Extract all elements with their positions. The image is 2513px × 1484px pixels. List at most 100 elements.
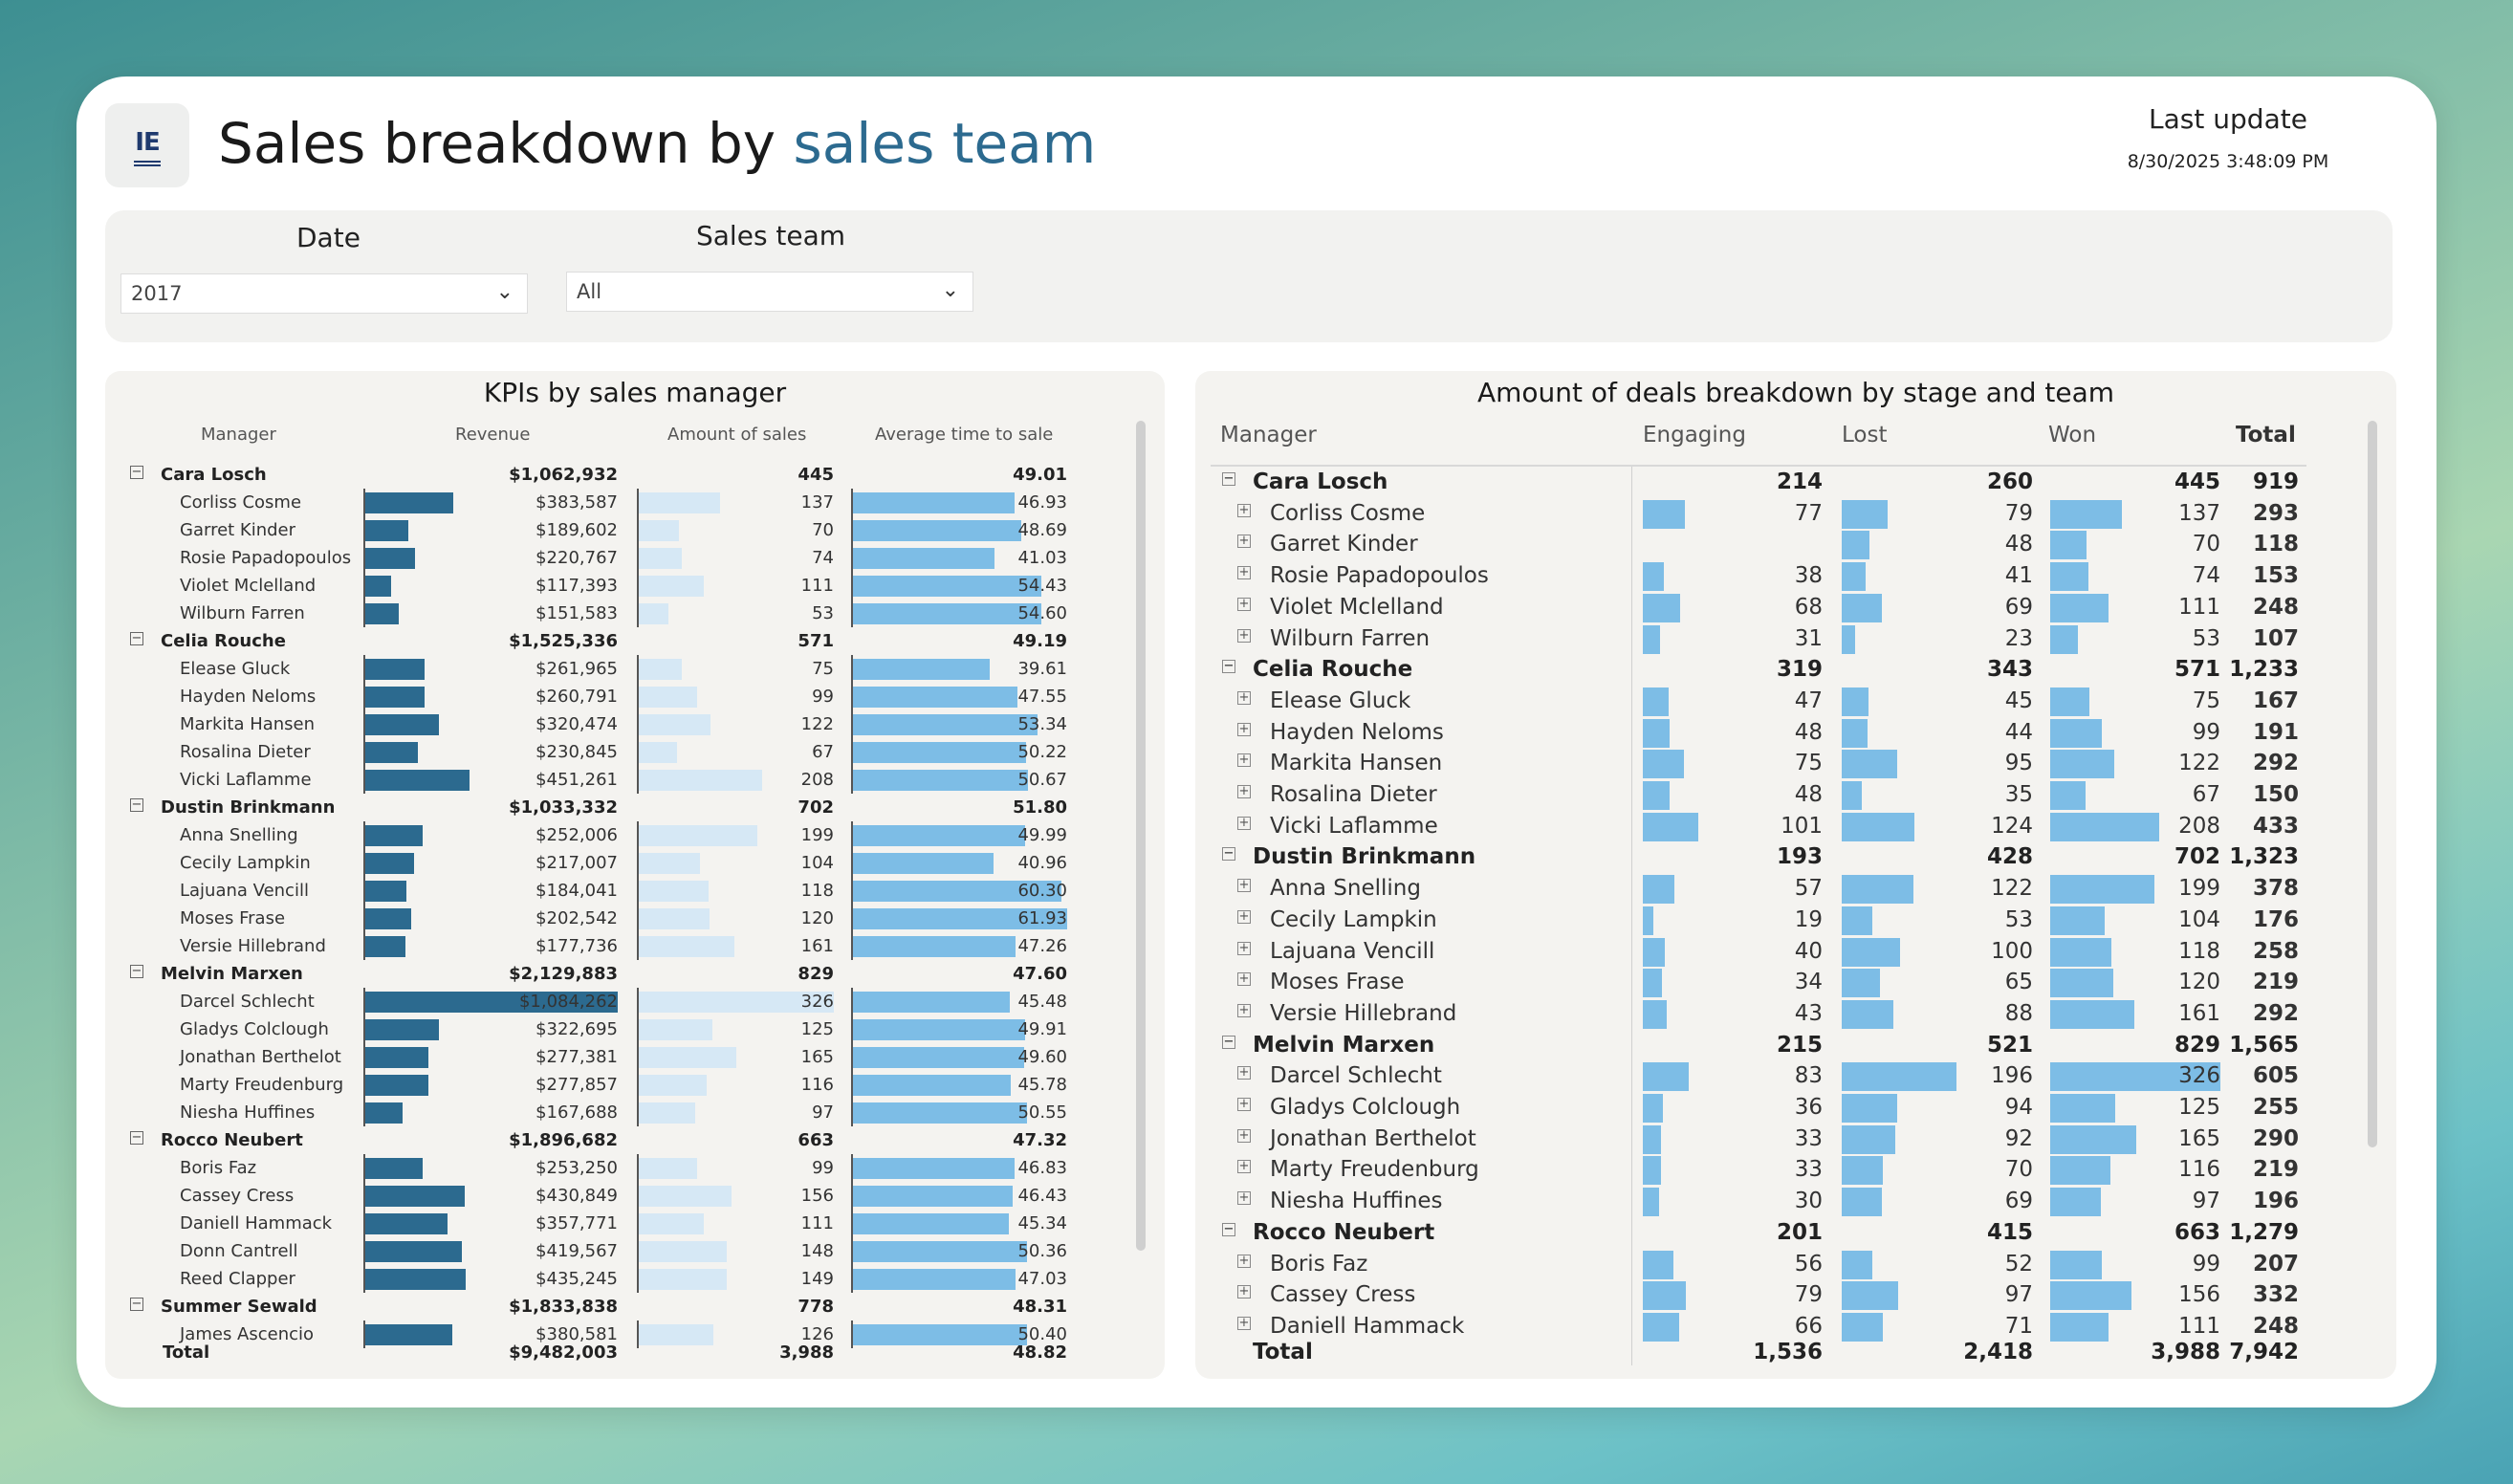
rep-name: Elease Gluck <box>1270 688 1411 713</box>
team-dropdown[interactable]: All ⌄ <box>566 272 973 312</box>
lost-bar <box>1842 813 1914 841</box>
table-row[interactable]: + Niesha Huffines 30 69 97 196 <box>0 1186 2391 1216</box>
expand-toggle-icon[interactable]: + <box>1237 504 1251 517</box>
lost-bar <box>1842 1125 1895 1154</box>
table-row[interactable]: + Violet Mclelland 68 69 111 248 <box>0 592 2391 622</box>
expand-toggle-icon[interactable]: + <box>1237 1317 1251 1330</box>
expand-toggle-icon[interactable]: + <box>1237 817 1251 830</box>
rep-name: Corliss Cosme <box>1270 501 1426 526</box>
table-row[interactable]: + Marty Freudenburg 33 70 116 219 <box>0 1154 2391 1185</box>
expand-toggle-icon[interactable]: + <box>1237 1255 1251 1268</box>
table-row[interactable]: + Corliss Cosme 77 79 137 293 <box>0 498 2391 529</box>
table-row[interactable]: + Jonathan Berthelot 33 92 165 290 <box>0 1124 2391 1154</box>
table-row[interactable]: + Cecily Lampkin 19 53 104 176 <box>0 905 2391 935</box>
table-row[interactable]: + Moses Frase 34 65 120 219 <box>0 967 2391 997</box>
lost-bar <box>1842 1094 1897 1123</box>
lost-value: 260 <box>1986 469 2033 494</box>
lost-value: 521 <box>1986 1033 2033 1058</box>
manager-row[interactable]: − Melvin Marxen 215 521 829 1,565 <box>0 1030 2391 1060</box>
total-value: 107 <box>2252 626 2299 651</box>
kpi-col-revenue[interactable]: Revenue <box>455 425 530 445</box>
table-row[interactable]: + Vicki Laflamme 101 124 208 433 <box>0 811 2391 841</box>
expand-toggle-icon[interactable]: + <box>1237 535 1251 548</box>
team-filter-label: Sales team <box>696 220 846 251</box>
table-row[interactable]: + Gladys Colclough 36 94 125 255 <box>0 1092 2391 1123</box>
lost-bar <box>1842 875 1913 904</box>
lost-bar <box>1842 594 1882 622</box>
collapse-toggle-icon[interactable]: − <box>1222 472 1235 486</box>
expand-toggle-icon[interactable]: + <box>1237 1160 1251 1173</box>
table-row[interactable]: + Elease Gluck 47 45 75 167 <box>0 686 2391 716</box>
date-filter-label: Date <box>296 222 361 253</box>
deals-col-total[interactable]: Total <box>2236 423 2296 447</box>
table-row[interactable]: + Cassey Cress 79 97 156 332 <box>0 1279 2391 1310</box>
date-dropdown[interactable]: 2017 ⌄ <box>120 273 528 314</box>
rep-name: Cecily Lampkin <box>1270 907 1437 932</box>
engaging-value: 193 <box>1776 844 1823 869</box>
table-row[interactable]: + Boris Faz 56 52 99 207 <box>0 1249 2391 1279</box>
expand-toggle-icon[interactable]: + <box>1237 1129 1251 1143</box>
expand-toggle-icon[interactable]: + <box>1237 753 1251 767</box>
rep-name: Wilburn Farren <box>1270 626 1431 651</box>
expand-toggle-icon[interactable]: + <box>1237 879 1251 892</box>
won-bar <box>2050 719 2102 748</box>
expand-toggle-icon[interactable]: + <box>1237 629 1251 643</box>
table-row[interactable]: + Garret Kinder 48 70 118 <box>0 529 2391 559</box>
lost-bar <box>1842 969 1880 997</box>
manager-name: Melvin Marxen <box>1253 1033 1435 1058</box>
total-value: 292 <box>2252 751 2299 775</box>
manager-row[interactable]: − Dustin Brinkmann 193 428 702 1,323 <box>0 841 2391 872</box>
table-row[interactable]: + Markita Hansen 75 95 122 292 <box>0 748 2391 778</box>
expand-toggle-icon[interactable]: + <box>1237 723 1251 736</box>
deals-col-manager[interactable]: Manager <box>1220 423 1317 447</box>
expand-toggle-icon[interactable]: + <box>1237 910 1251 924</box>
deals-col-lost[interactable]: Lost <box>1842 423 1887 447</box>
expand-toggle-icon[interactable]: + <box>1237 942 1251 955</box>
last-update-label: Last update <box>2149 103 2307 135</box>
deals-col-won[interactable]: Won <box>2048 423 2096 447</box>
expand-toggle-icon[interactable]: + <box>1237 1285 1251 1298</box>
table-row[interactable]: + Versie Hillebrand 43 88 161 292 <box>0 998 2391 1029</box>
total-value: 167 <box>2252 688 2299 713</box>
expand-toggle-icon[interactable]: + <box>1237 1098 1251 1111</box>
expand-toggle-icon[interactable]: + <box>1237 785 1251 798</box>
kpi-col-avg-time[interactable]: Average time to sale <box>875 425 1053 445</box>
deals-col-engaging[interactable]: Engaging <box>1643 423 1746 447</box>
total-value: 255 <box>2252 1095 2299 1120</box>
collapse-toggle-icon[interactable]: − <box>1222 1223 1235 1236</box>
table-row[interactable]: + Lajuana Vencill 40 100 118 258 <box>0 936 2391 967</box>
rep-name: Rosie Papadopoulos <box>1270 563 1489 588</box>
kpi-col-manager[interactable]: Manager <box>201 425 276 445</box>
manager-row[interactable]: − Rocco Neubert 201 415 663 1,279 <box>0 1217 2391 1248</box>
rep-name: Garret Kinder <box>1270 532 1418 556</box>
lost-value: 71 <box>2004 1314 2033 1339</box>
collapse-toggle-icon[interactable]: − <box>1222 1036 1235 1049</box>
engaging-value: 66 <box>1794 1314 1823 1339</box>
expand-toggle-icon[interactable]: + <box>1237 1004 1251 1017</box>
table-row[interactable]: + Darcel Schlecht 83 196 326 605 <box>0 1060 2391 1091</box>
engaging-value: 40 <box>1794 939 1823 964</box>
collapse-toggle-icon[interactable]: − <box>1222 660 1235 673</box>
table-row[interactable]: + Anna Snelling 57 122 199 378 <box>0 873 2391 904</box>
deals-scrollbar[interactable] <box>2368 421 2377 1147</box>
won-bar <box>2050 1156 2110 1185</box>
table-row[interactable]: + Wilburn Farren 31 23 53 107 <box>0 623 2391 654</box>
expand-toggle-icon[interactable]: + <box>1237 1066 1251 1080</box>
table-row[interactable]: + Hayden Neloms 48 44 99 191 <box>0 717 2391 748</box>
rep-name: Lajuana Vencill <box>1270 939 1435 964</box>
expand-toggle-icon[interactable]: + <box>1237 566 1251 579</box>
expand-toggle-icon[interactable]: + <box>1237 598 1251 611</box>
expand-toggle-icon[interactable]: + <box>1237 1191 1251 1205</box>
kpi-col-sales[interactable]: Amount of sales <box>667 425 806 445</box>
total-value: 433 <box>2252 814 2299 839</box>
lost-value: 44 <box>2004 720 2033 745</box>
manager-row[interactable]: − Cara Losch 214 260 445 919 <box>0 467 2391 497</box>
manager-row[interactable]: − Celia Rouche 319 343 571 1,233 <box>0 654 2391 685</box>
collapse-toggle-icon[interactable]: − <box>1222 847 1235 861</box>
table-row[interactable]: + Rosalina Dieter 48 35 67 150 <box>0 779 2391 810</box>
chevron-down-icon: ⌄ <box>495 280 514 304</box>
won-bar <box>2050 938 2111 967</box>
expand-toggle-icon[interactable]: + <box>1237 691 1251 705</box>
expand-toggle-icon[interactable]: + <box>1237 972 1251 986</box>
table-row[interactable]: + Rosie Papadopoulos 38 41 74 153 <box>0 560 2391 591</box>
